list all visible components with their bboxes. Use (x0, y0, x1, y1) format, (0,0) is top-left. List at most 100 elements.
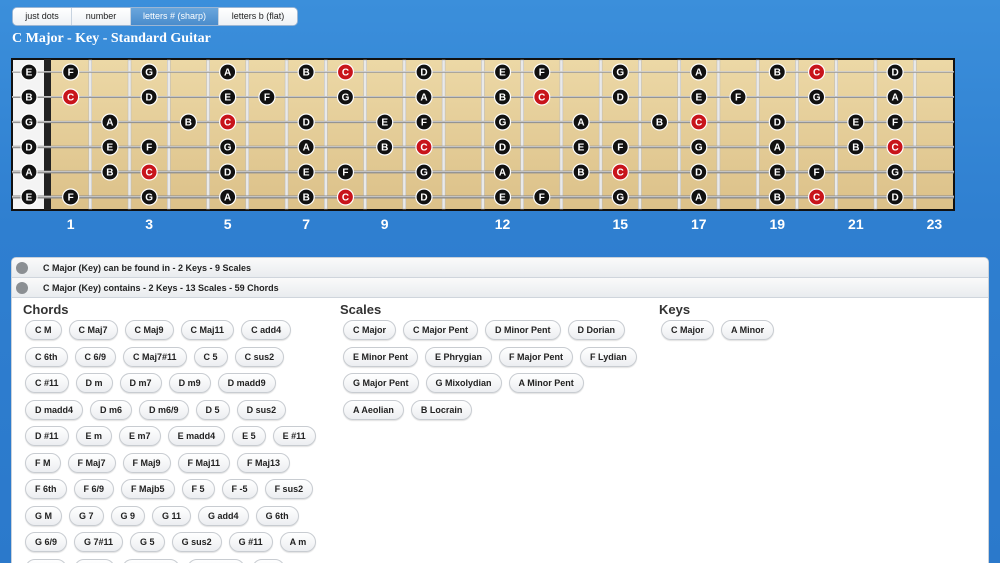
chord-pill[interactable]: F Maj7 (67, 452, 116, 473)
chord-pill[interactable]: F Maj11 (177, 452, 231, 473)
chord-pill[interactable]: D m7 (119, 373, 162, 393)
chords-list: C MC Maj7 C Maj9 C Maj11 C add4 C 6th C 6/9 C … (25, 320, 340, 563)
note-label: C (891, 143, 898, 154)
chord-pill[interactable]: C sus2 (234, 346, 285, 367)
chord-pill[interactable]: D m (75, 373, 113, 393)
note-label: E (26, 68, 33, 79)
chord-pill[interactable]: G #11 (228, 532, 273, 552)
note-label: A (420, 93, 427, 104)
chord-pill[interactable]: G add4 (198, 505, 249, 526)
chord-pill[interactable]: G 7#11 (74, 532, 124, 552)
chord-pill[interactable]: F Maj9 (122, 452, 171, 473)
chord-pill[interactable]: C 6th (25, 346, 68, 367)
chord-pill[interactable]: D #11 (25, 426, 69, 446)
fret-note: C (336, 188, 355, 206)
fret-number: 19 (769, 216, 786, 232)
chord-pill[interactable]: D m6 (90, 399, 133, 420)
fret-note: F (611, 138, 629, 156)
scale-pill[interactable]: F Lydian (580, 346, 637, 367)
scale-pill[interactable]: G Major Pent (343, 373, 419, 393)
chord-pill[interactable]: A m7 (25, 558, 67, 563)
fret-note: F (336, 163, 355, 181)
scale-pill[interactable]: B Locrain (410, 399, 473, 420)
scale-pill[interactable]: F Major Pent (499, 346, 574, 367)
chords-heading: Chords (23, 302, 69, 317)
fret-note: D (219, 163, 237, 181)
chord-pill[interactable]: D m6/9 (139, 399, 189, 420)
chord-pill[interactable]: C M (25, 320, 62, 340)
chord-pill[interactable]: G sus2 (171, 532, 222, 552)
chord-pill[interactable]: D madd4 (25, 399, 84, 420)
fret-note: C (807, 63, 826, 81)
chord-pill[interactable]: G 7 (69, 505, 104, 526)
note-label: F (814, 168, 820, 179)
chord-pill[interactable]: A m9 (73, 558, 116, 563)
chord-pill[interactable]: C #11 (25, 373, 69, 393)
chord-pill[interactable]: C add4 (241, 320, 292, 340)
chord-pill[interactable]: F Maj13 (237, 452, 291, 473)
scale-pill[interactable]: D Minor Pent (485, 320, 561, 340)
chord-pill[interactable]: G 5 (130, 532, 165, 552)
fret-note: F (533, 63, 551, 81)
note-label: F (421, 118, 427, 129)
note-label: C (813, 193, 820, 204)
chord-pill[interactable]: G 11 (152, 505, 192, 526)
scale-pill[interactable]: A Aeolian (343, 399, 404, 420)
chord-pill[interactable]: C Maj7#11 (123, 346, 187, 367)
chord-pill[interactable]: G 9 (110, 505, 146, 526)
note-label: F (146, 143, 152, 154)
chord-pill[interactable]: A m (279, 532, 317, 552)
chord-pill[interactable]: E #11 (272, 426, 316, 446)
scale-pill[interactable]: E Minor Pent (343, 346, 419, 367)
note-label: A (891, 93, 898, 104)
chord-pill[interactable]: G 6th (255, 505, 299, 526)
chord-pill[interactable]: F sus2 (264, 479, 314, 499)
key-pill[interactable]: C Major (661, 320, 715, 340)
note-label: F (68, 193, 74, 204)
note-label: E (26, 193, 33, 204)
chord-pill[interactable]: E m7 (119, 426, 161, 446)
scale-pill[interactable]: G Mixolydian (425, 373, 502, 393)
note-label: D (891, 68, 898, 79)
note-label: A (224, 68, 231, 79)
fret-note: A (415, 88, 433, 106)
note-label: G (616, 68, 624, 79)
chord-pill[interactable]: F 6/9 (73, 479, 115, 499)
scale-pill[interactable]: D Dorian (567, 320, 626, 340)
chord-pill[interactable]: F 5 (181, 479, 215, 499)
chord-pill[interactable]: C Maj7 (68, 320, 118, 340)
chord-pill[interactable]: G M (25, 505, 62, 526)
chord-pill[interactable]: D m9 (168, 373, 211, 393)
chord-pill[interactable]: A madd9 (122, 558, 181, 563)
chord-pill[interactable]: F -5 (221, 479, 258, 499)
chord-pill[interactable]: E m (75, 426, 113, 446)
collapse-dot-icon (16, 261, 28, 274)
chord-pill[interactable]: C Maj11 (180, 320, 235, 340)
chord-pill[interactable]: F 6th (25, 479, 67, 499)
fret-note: C (140, 163, 158, 181)
scale-pill[interactable]: E Phrygian (425, 346, 493, 367)
chord-pill[interactable]: A 5 (251, 558, 286, 563)
chord-pill[interactable]: F M (25, 452, 61, 473)
accordion-found-in[interactable]: C Major (Key) can be found in - 2 Keys -… (12, 258, 988, 278)
scale-pill[interactable]: A Minor Pent (508, 373, 584, 393)
scale-pill[interactable]: C Major Pent (403, 320, 479, 340)
chord-pill[interactable]: A madd4 (187, 558, 245, 563)
chord-pill[interactable]: D 5 (195, 399, 230, 420)
chord-pill[interactable]: C 5 (193, 346, 228, 367)
chord-pill[interactable]: E 5 (232, 426, 266, 446)
fret-note: A (297, 138, 315, 156)
chord-pill[interactable]: C Maj9 (124, 320, 174, 340)
chord-pill[interactable]: C 6/9 (74, 346, 117, 367)
fret-number: 1 (66, 216, 75, 232)
chord-pill[interactable]: G 6/9 (25, 532, 68, 552)
note-label: D (695, 168, 702, 179)
chord-pill[interactable]: F Majb5 (121, 479, 175, 499)
fret-note: B (297, 63, 315, 81)
scale-pill[interactable]: C Major (343, 320, 397, 340)
accordion-contains[interactable]: C Major (Key) contains - 2 Keys - 13 Sca… (12, 278, 988, 298)
chord-pill[interactable]: E madd4 (167, 426, 226, 446)
key-pill[interactable]: A Minor (721, 320, 775, 340)
chord-pill[interactable]: D madd9 (217, 373, 276, 393)
chord-pill[interactable]: D sus2 (236, 399, 287, 420)
